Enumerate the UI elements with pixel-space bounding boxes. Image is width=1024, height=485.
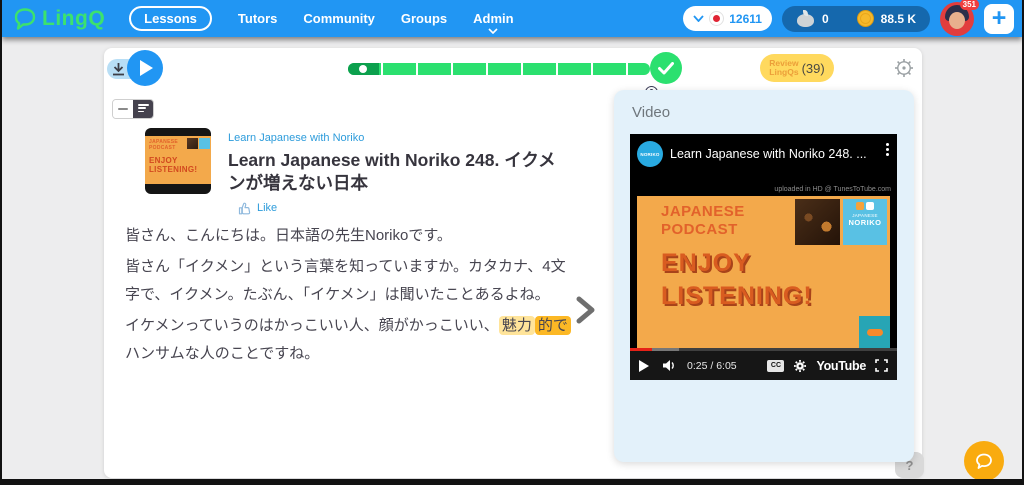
app-window: LingQ Lessons Tutors Community Groups Ad… — [0, 0, 1024, 485]
thumbnail-photo — [187, 138, 198, 149]
review-count: (39) — [802, 61, 825, 76]
lesson-text: 皆さん、こんにちは。日本語の先生Norikoです。 皆さん「イクメン」という言葉… — [125, 222, 571, 371]
coin-count: 88.5 K — [881, 12, 916, 26]
lingq-logo[interactable]: LingQ — [12, 6, 105, 32]
chevron-down-icon — [693, 15, 704, 22]
nav-admin-label: Admin — [473, 11, 513, 26]
logo-text: LingQ — [42, 7, 105, 31]
streak-apple-icon — [796, 10, 815, 27]
uploaded-note: uploaded in HD @ TunesToTube.com — [774, 186, 891, 193]
known-words-pill[interactable]: 12611 — [683, 6, 772, 31]
youtube-play-icon[interactable] — [639, 360, 649, 372]
avatar[interactable]: 351 — [940, 2, 974, 36]
course-link[interactable]: Learn Japanese with Noriko — [228, 132, 364, 144]
chevron-right-icon — [573, 295, 597, 325]
minus-icon — [118, 108, 128, 110]
lingq-highlight[interactable]: 魅力 — [499, 316, 535, 335]
channel-avatar[interactable]: NORIKO — [637, 141, 663, 167]
view-mode-toggle — [112, 99, 154, 119]
chat-bubble-icon — [974, 452, 994, 471]
cover-badge: JAPANESE NORIKO — [843, 199, 887, 245]
volume-icon[interactable] — [662, 359, 677, 372]
known-words-count: 12611 — [729, 12, 762, 26]
chevron-down-icon — [488, 28, 498, 34]
page-view-button[interactable] — [133, 100, 153, 118]
progress-position-dot[interactable] — [359, 65, 367, 73]
paragraph[interactable]: 皆さん、こんにちは。日本語の先生Norikoです。 — [125, 222, 571, 250]
page-background: LingQ Lessons Tutors Community Groups Ad… — [2, 0, 1022, 479]
lesson-thumbnail: JAPANESEPODCAST ENJOYLISTENING! — [145, 128, 211, 194]
paragraph[interactable]: イケメンっていうのはかっこいい人、顔がかっこいい、魅力的でハンサムな人のことです… — [125, 312, 571, 368]
video-panel-heading: Video — [632, 104, 670, 121]
lesson-meta: Learn Japanese with Noriko Learn Japanes… — [228, 128, 568, 215]
lingq-pin-icon — [12, 6, 38, 32]
video-panel: Video NORIKO Learn Japanese with Noriko … — [614, 90, 914, 462]
nav-groups[interactable]: Groups — [401, 11, 447, 26]
japanese-flag-icon — [709, 11, 724, 26]
like-button[interactable]: Like — [238, 201, 568, 215]
youtube-video-title[interactable]: Learn Japanese with Noriko 248. ... — [670, 147, 870, 161]
nav-community[interactable]: Community — [303, 11, 375, 26]
play-audio-button[interactable] — [127, 50, 163, 86]
nav-admin[interactable]: Admin — [473, 11, 513, 26]
topbar-right-cluster: 12611 0 88.5 K 351 + — [683, 2, 1014, 36]
complete-lesson-button[interactable] — [650, 52, 682, 84]
paragraph[interactable]: 皆さん「イクメン」という言葉を知っていますか。カタカナ、4文字で、イクメン。たぶ… — [125, 253, 571, 309]
like-label: Like — [257, 202, 277, 214]
coin-icon — [857, 10, 874, 27]
thumbnail-badge — [199, 138, 210, 149]
lingq-highlight[interactable]: 的で — [535, 316, 571, 335]
nav-tutors[interactable]: Tutors — [238, 11, 277, 26]
checkmark-icon — [658, 62, 674, 75]
next-page-button[interactable] — [572, 295, 598, 327]
reader-settings-button[interactable] — [894, 58, 914, 78]
gear-icon — [894, 58, 914, 78]
add-content-button[interactable]: + — [984, 4, 1014, 34]
top-nav-bar: LingQ Lessons Tutors Community Groups Ad… — [2, 0, 1022, 37]
streak-coins-pill[interactable]: 0 88.5 K — [782, 6, 930, 32]
cover-photo — [795, 199, 840, 245]
lesson-title: Learn Japanese with Noriko 248. イクメンが増えな… — [228, 149, 562, 195]
fullscreen-icon[interactable] — [875, 359, 888, 372]
youtube-menu-icon[interactable] — [886, 143, 889, 156]
document-icon — [138, 104, 149, 114]
download-icon — [112, 62, 125, 76]
minimal-view-button[interactable] — [113, 100, 133, 118]
review-label-line2: LingQs — [769, 68, 798, 77]
thumbs-up-icon — [238, 201, 253, 215]
youtube-settings-icon[interactable] — [793, 359, 807, 373]
publisher-logo — [859, 316, 890, 348]
chat-support-button[interactable] — [964, 441, 1004, 479]
streak-count: 0 — [822, 12, 829, 26]
lesson-progress-bar[interactable] — [348, 63, 650, 75]
main-nav: Lessons Tutors Community Groups Admin — [129, 6, 513, 31]
youtube-player[interactable]: NORIKO Learn Japanese with Noriko 248. .… — [630, 134, 897, 380]
video-time: 0:25 / 6:05 — [687, 360, 737, 372]
youtube-controls: 0:25 / 6:05 CC YouTube — [630, 348, 897, 380]
notification-badge: 351 — [960, 0, 979, 10]
review-lingqs-button[interactable]: Review LingQs (39) — [760, 54, 834, 82]
play-icon — [140, 60, 153, 76]
language-icon — [843, 202, 887, 210]
nav-lessons[interactable]: Lessons — [129, 6, 212, 31]
video-frame: JAPANESE PODCAST JAPANESE NORIKO ENJOY L… — [637, 196, 890, 348]
captions-button[interactable]: CC — [767, 360, 784, 372]
youtube-logo[interactable]: YouTube — [816, 359, 866, 373]
